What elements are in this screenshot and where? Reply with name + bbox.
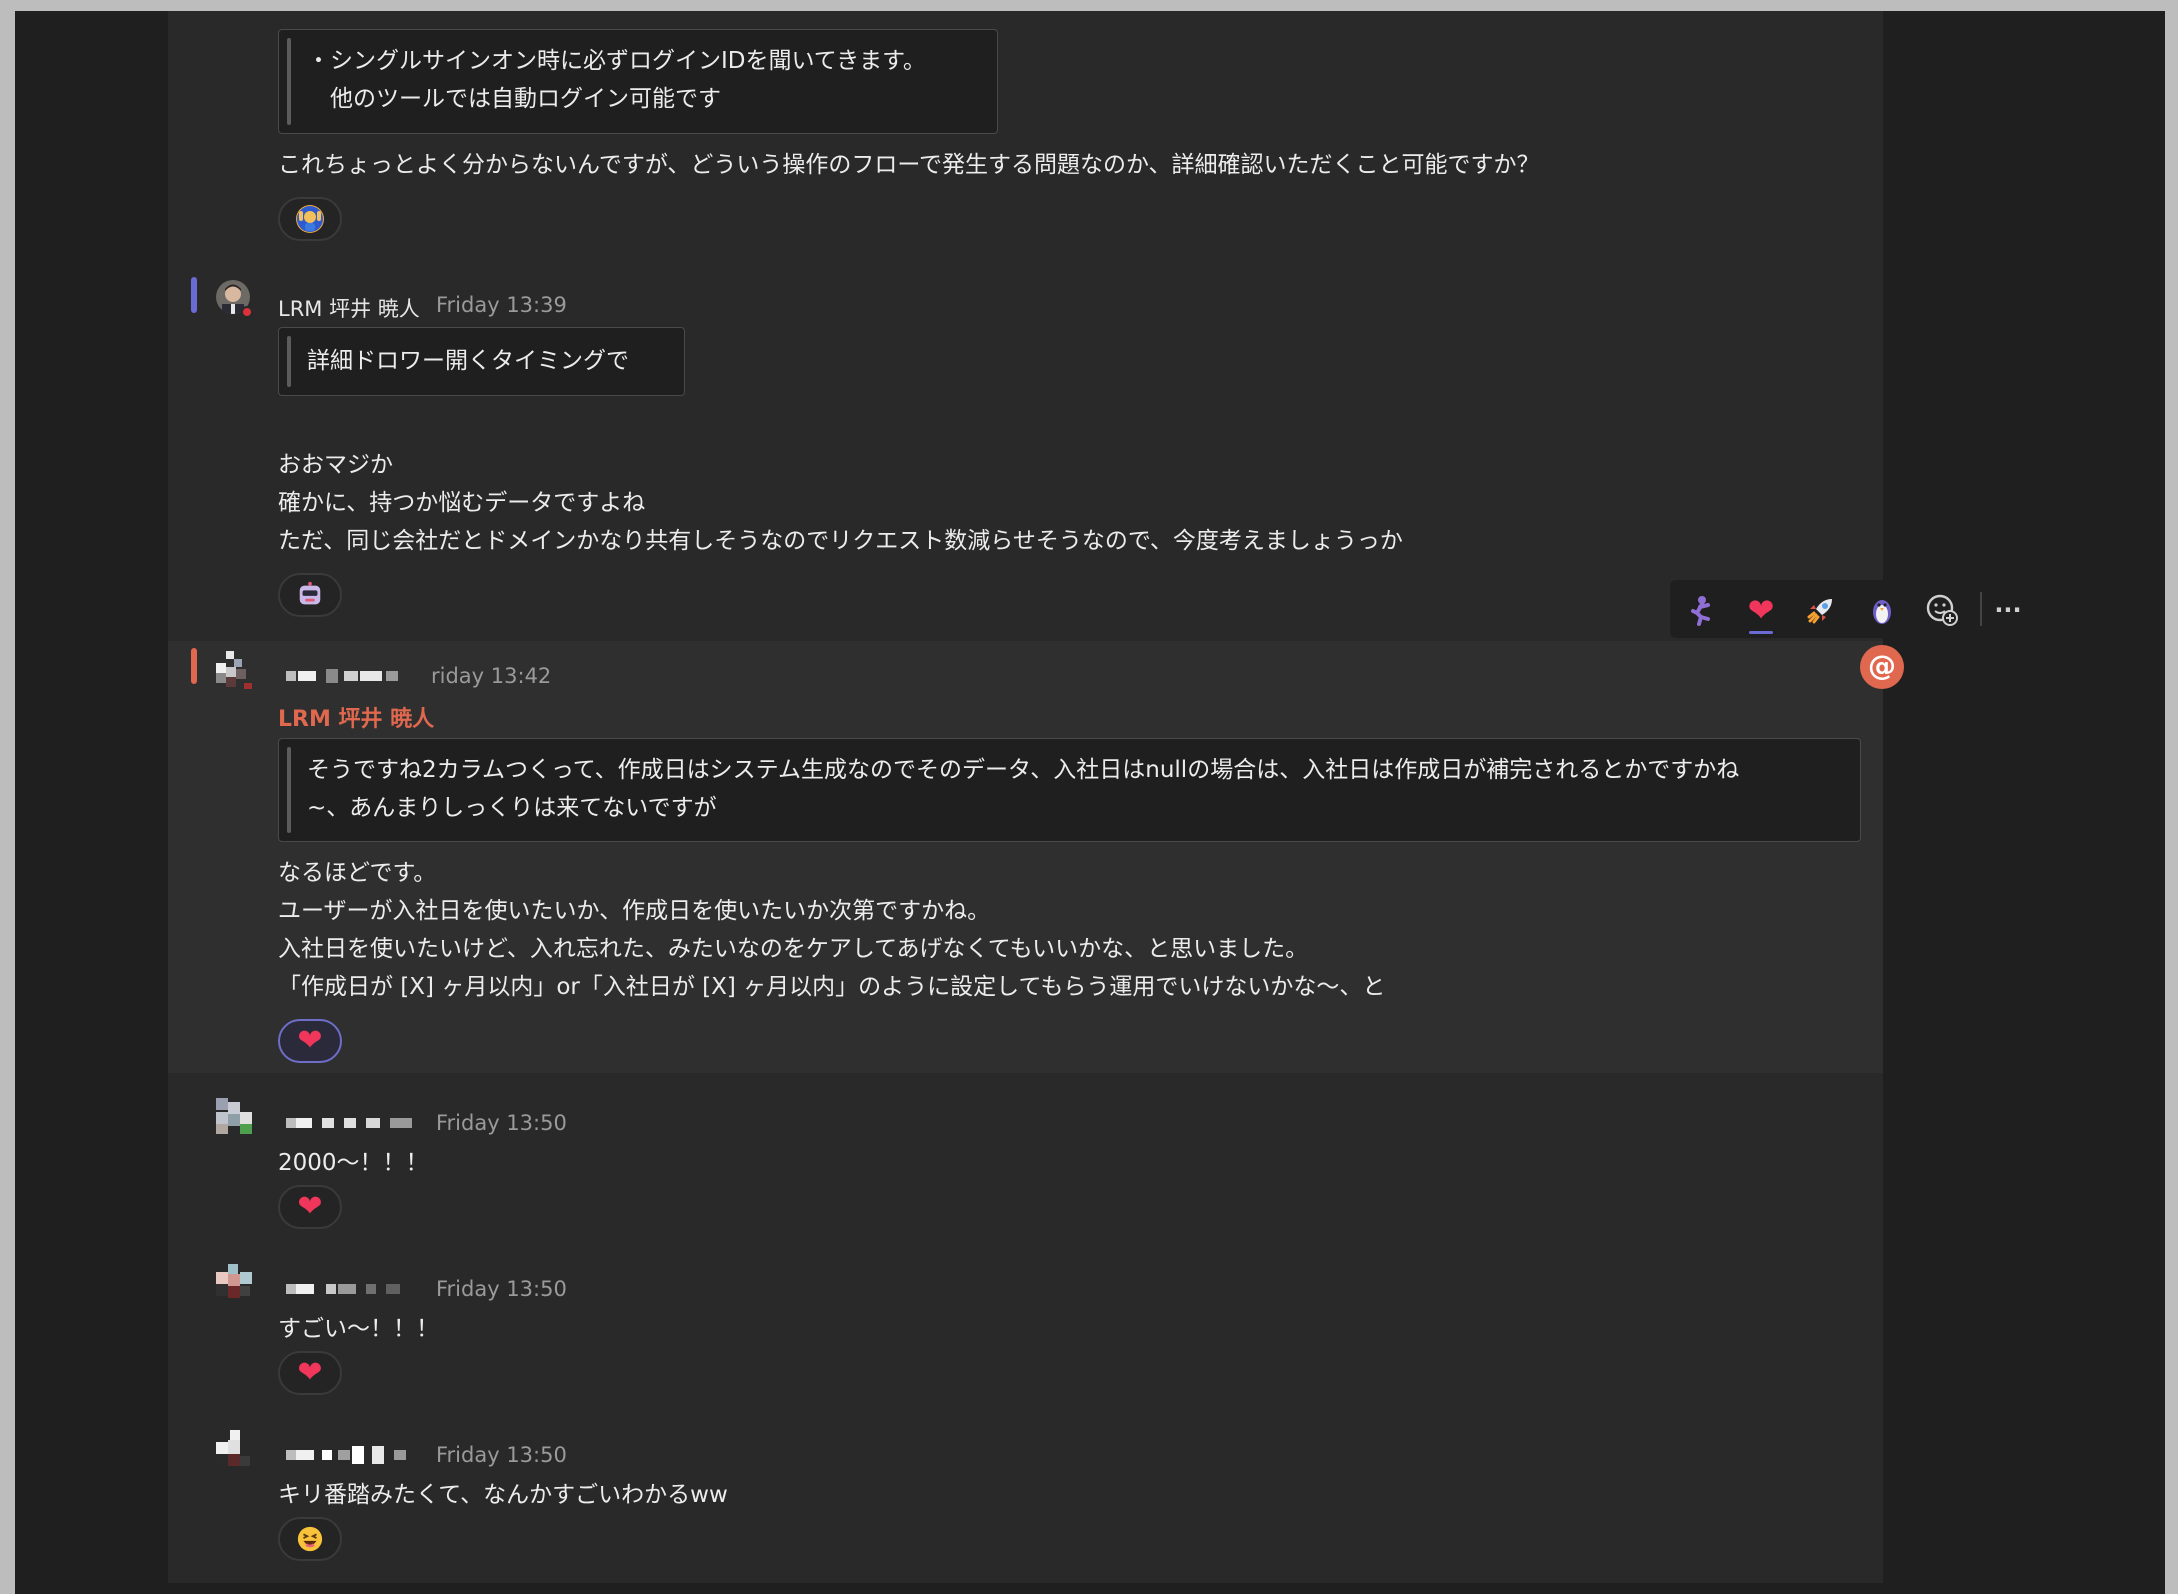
message-body-line: ただ、同じ会社だとドメインかなり共有しそうなのでリクエスト数減らせそうなので、今… [278,528,1403,554]
message-body-line: おおマジか [278,452,393,478]
heart-emoji: ❤ [297,1023,323,1058]
timestamp: Friday 13:50 [436,1277,567,1301]
avatar[interactable] [216,1264,254,1302]
avatar[interactable] [216,1430,254,1468]
mention-accent-bar [191,648,197,684]
dancing-emoji[interactable] [1680,590,1720,630]
timestamp: Friday 13:50 [436,1443,567,1467]
message-body: これちょっとよく分からないんですが、どういう操作のフローで発生する問題なのか、詳… [278,152,1540,178]
heart-reaction-button[interactable]: ❤ [278,1185,342,1229]
message-body: 2000〜！！！ [278,1150,429,1176]
avatar[interactable] [216,1098,254,1136]
redacted-author-name [286,1440,426,1470]
woman-raising-hands-emoji [296,205,324,233]
message-body: すごい〜！！！ [278,1316,439,1342]
avatar[interactable] [216,280,254,318]
message-feed: ・シングルサインオン時に必ずログインIDを聞いてきます。 他のツールでは自動ログ… [168,11,2036,1583]
message-body-line: 「作成日が [X] ヶ月以内」or「入社日が [X] ヶ月以内」のように設定して… [278,974,1386,1000]
mention-badge[interactable]: @ [1860,645,1904,689]
heart-reaction-button[interactable]: ❤ [278,1019,342,1063]
timestamp: Friday 13:39 [436,293,567,317]
penguin-emoji[interactable] [1862,590,1902,630]
timestamp: riday 13:42 [431,664,552,688]
quoted-message: ・シングルサインオン時に必ずログインIDを聞いてきます。 他のツールでは自動ログ… [278,29,998,134]
message-body: キリ番踏みたくて、なんかすごいわかるww [278,1482,728,1508]
redacted-author-name [286,1108,426,1138]
mention-tag[interactable]: LRM 坪井 暁人 [278,701,434,733]
grinning-squinting-emoji [296,1525,324,1553]
redacted-author-name [286,661,426,691]
heart-emoji[interactable]: ❤ [1741,590,1781,634]
quoted-line: ~、あんまりしっくりは来てないですが [307,795,717,821]
toolbar-divider [1980,592,1982,626]
teams-app-window: ・シングルサインオン時に必ずログインIDを聞いてきます。 他のツールでは自動ログ… [15,11,2165,1594]
quoted-message: 詳細ドロワー開くタイミングで [278,327,685,396]
quoted-line: 詳細ドロワー開くタイミングで [307,348,629,374]
timestamp: Friday 13:50 [436,1111,567,1135]
message-body-line: 入社日を使いたいけど、入れ忘れた、みたいなのをケアしてあげなくてもいいかな、と思… [278,936,1309,962]
heart-emoji: ❤ [297,1355,323,1390]
quoted-message: そうですね2カラムつくって、作成日はシステム生成なのでそのデータ、入社日はnul… [278,738,1861,842]
quoted-line: ・シングルサインオン時に必ずログインIDを聞いてきます。 [307,48,926,74]
heart-reaction-button[interactable]: ❤ [278,1351,342,1395]
reaction-button[interactable] [278,197,342,241]
heart-emoji: ❤ [297,1189,323,1224]
message-body-line: なるほどです。 [278,860,437,886]
message-hover-toolbar: ❤ ··· [1670,580,2036,638]
reaction-button[interactable] [278,1517,342,1561]
reaction-button[interactable] [278,573,342,617]
quoted-line: そうですね2カラムつくって、作成日はシステム生成なのでそのデータ、入社日はnul… [307,757,1740,783]
robot-sunglasses-emoji [296,581,324,609]
author-name[interactable]: LRM 坪井 暁人 [278,293,420,323]
redacted-author-name [286,1274,426,1304]
avatar[interactable] [216,651,254,689]
message-body-line: 確かに、持つか悩むデータですよね [278,490,646,516]
quoted-line: 他のツールでは自動ログイン可能です [307,86,721,112]
rocket-emoji[interactable] [1801,590,1841,630]
unread-accent-bar [191,277,197,313]
more-options-icon[interactable]: ··· [1988,590,2028,630]
message-body-line: ユーザーが入社日を使いたいか、作成日を使いたいか次第ですかね。 [278,898,991,924]
add-reaction-icon[interactable] [1922,590,1962,630]
